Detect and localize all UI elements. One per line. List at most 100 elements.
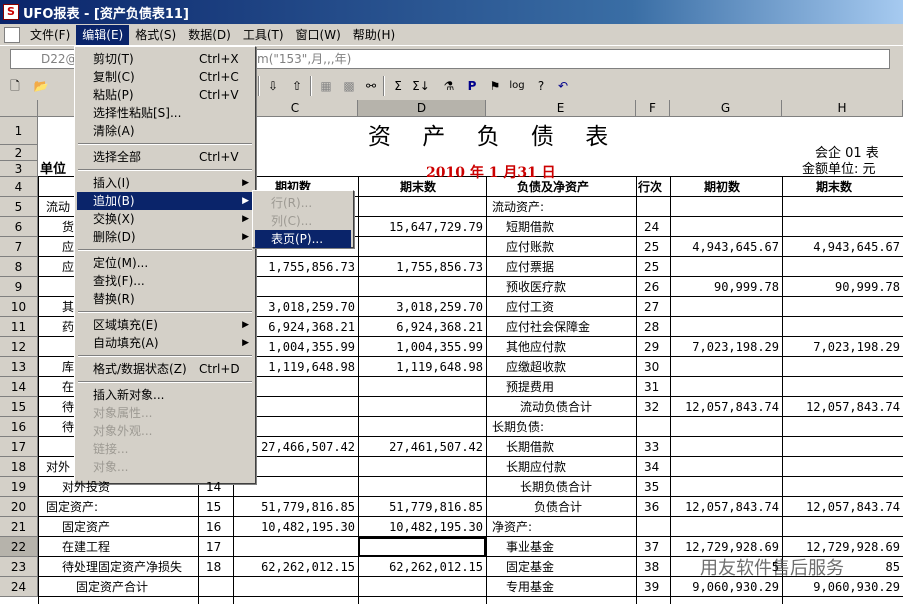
opening-amount: 9,060,930.29 — [692, 580, 779, 594]
row-header[interactable]: 6 — [0, 217, 38, 237]
edit-menu-item[interactable]: 粘贴(P) Ctrl+V — [77, 86, 253, 104]
row-header[interactable]: 9 — [0, 277, 38, 297]
menu-tools[interactable]: 工具(T) — [237, 25, 290, 45]
row-header[interactable]: 23 — [0, 557, 38, 577]
header-d-closing: 期末数 — [400, 180, 437, 194]
liability-item-label: 预收医疗款 — [506, 280, 567, 294]
opening-amount — [670, 317, 782, 337]
menu-data[interactable]: 数据(D) — [182, 25, 237, 45]
column-header-e[interactable]: E — [486, 100, 636, 117]
asset-item-label: 待 — [62, 420, 75, 434]
liability-item-label: 固定基金 — [506, 560, 555, 574]
grid-icon[interactable]: ▦ — [315, 75, 337, 97]
menu-item-label: 选择全部 — [93, 150, 142, 164]
opening-amount: 51,779,816.85 — [261, 500, 355, 514]
asset-item-label: 库 — [62, 360, 75, 374]
row-header[interactable]: 8 — [0, 257, 38, 277]
row-header[interactable]: 2 — [0, 145, 38, 161]
help-icon[interactable]: ? — [530, 75, 552, 97]
header-g-opening: 期初数 — [704, 180, 741, 194]
opening-amount — [670, 217, 782, 237]
print-p-icon[interactable]: P — [461, 75, 483, 97]
row-header[interactable]: 12 — [0, 337, 38, 357]
liability-item-label: 专用基金 — [506, 580, 555, 594]
log-icon[interactable]: log — [506, 75, 528, 97]
header-h-closing: 期末数 — [816, 180, 853, 194]
row-header[interactable]: 16 — [0, 417, 38, 437]
menu-help[interactable]: 帮助(H) — [347, 25, 401, 45]
opening-amount: 4,943,645.67 — [692, 240, 779, 254]
row-header[interactable]: 15 — [0, 397, 38, 417]
liability-item-label: 负债合计 — [534, 500, 583, 514]
toolbar-separator — [258, 76, 260, 96]
opening-amount — [670, 457, 782, 477]
column-header-h[interactable]: H — [782, 100, 903, 117]
row-header[interactable]: 21 — [0, 517, 38, 537]
opening-amount — [670, 257, 782, 277]
row-header[interactable]: 5 — [0, 197, 38, 217]
row-header[interactable]: 22 — [0, 537, 38, 557]
menu-file[interactable]: 文件(F) — [24, 25, 76, 45]
document-icon[interactable] — [4, 26, 20, 43]
window-title-bar: S UFO报表 - [资产负债表11] — [0, 0, 903, 24]
asset-item-label: 药 — [62, 320, 75, 334]
row-header[interactable]: 4 — [0, 177, 38, 197]
asset-item-label: 固定资产合计 — [76, 580, 149, 594]
opening-amount — [670, 417, 782, 437]
opening-amount — [233, 217, 358, 237]
new-file-icon[interactable]: 🗋 — [4, 75, 26, 97]
sort-desc-icon[interactable]: ⇧ — [286, 75, 308, 97]
formula-input[interactable]: m("153",月,,,年) — [250, 49, 890, 69]
liability-item-label: 长期负债: — [492, 420, 545, 434]
opening-amount: 1,119,648.98 — [268, 360, 355, 374]
row-header[interactable]: 17 — [0, 437, 38, 457]
closing-amount: 3,018,259.70 — [396, 300, 483, 314]
line-number: 30 — [644, 360, 660, 374]
menu-window[interactable]: 窗口(W) — [290, 25, 347, 45]
edit-menu-item[interactable]: 复制(C) Ctrl+C — [77, 68, 253, 86]
menu-edit[interactable]: 编辑(E) — [76, 24, 130, 45]
row-header[interactable]: 18 — [0, 457, 38, 477]
edit-menu-item[interactable]: 插入(I) ▶ — [77, 174, 253, 192]
row-header[interactable]: 24 — [0, 577, 38, 597]
table-icon[interactable]: ▩ — [338, 75, 360, 97]
row-header[interactable]: 13 — [0, 357, 38, 377]
undo-icon[interactable]: ↶ — [552, 75, 574, 97]
closing-amount: 1,004,355.99 — [396, 340, 483, 354]
open-folder-icon[interactable]: 📂 — [30, 75, 52, 97]
column-header-f[interactable]: F — [636, 100, 670, 117]
cell-name-box[interactable]: D22@ — [10, 49, 80, 69]
sum-icon[interactable]: Σ — [387, 75, 409, 97]
line-number: 18 — [206, 560, 222, 574]
opening-amount: 1,004,355.99 — [268, 340, 355, 354]
row-header[interactable]: 1 — [0, 117, 38, 145]
row-header[interactable]: 7 — [0, 237, 38, 257]
menu-format[interactable]: 格式(S) — [129, 25, 182, 45]
edit-menu-item[interactable]: 选择性粘贴[S]... — [77, 104, 253, 122]
selected-cell-d22[interactable] — [358, 537, 486, 557]
opening-amount: 10,482,195.30 — [261, 520, 355, 534]
sum-down-icon[interactable]: Σ↓ — [410, 75, 432, 97]
line-number: 27 — [644, 300, 660, 314]
sort-asc-icon[interactable]: ⇩ — [262, 75, 284, 97]
row-header[interactable]: 10 — [0, 297, 38, 317]
row-header[interactable]: 3 — [0, 161, 38, 177]
closing-amount: 1,119,648.98 — [396, 360, 483, 374]
row-header[interactable]: 20 — [0, 497, 38, 517]
edit-menu-item[interactable]: 清除(A) — [77, 122, 253, 140]
row-header[interactable]: 14 — [0, 377, 38, 397]
submenu-arrow-icon: ▶ — [242, 178, 249, 188]
row-header[interactable]: 11 — [0, 317, 38, 337]
chart-icon[interactable]: ⚗ — [438, 75, 460, 97]
find-binoculars-icon[interactable]: ⚯ — [360, 75, 382, 97]
window-title: UFO报表 - [资产负债表11] — [23, 6, 189, 22]
formula-icon[interactable]: ⚑ — [484, 75, 506, 97]
column-header-d[interactable]: D — [358, 100, 486, 117]
edit-menu-item[interactable]: 剪切(T) Ctrl+X — [77, 50, 253, 68]
column-header-g[interactable]: G — [670, 100, 782, 117]
asset-item-label: 固定资产 — [62, 520, 111, 534]
select-all-corner[interactable] — [0, 100, 38, 117]
edit-menu-item[interactable]: 选择全部 Ctrl+V — [77, 148, 253, 166]
append-submenu-item: 行(R)... — [255, 194, 351, 212]
row-header[interactable]: 19 — [0, 477, 38, 497]
